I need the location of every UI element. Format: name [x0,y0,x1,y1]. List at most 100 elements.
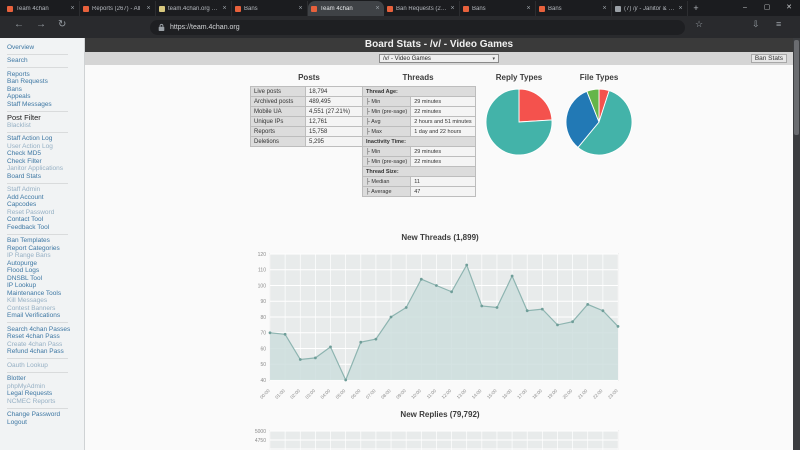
sidebar-link-staff-messages[interactable]: Staff Messages [7,101,68,109]
svg-text:12:00: 12:00 [441,388,453,400]
sidebar-link-phpmyadmin[interactable]: phpMyAdmin [7,383,68,391]
svg-text:02:00: 02:00 [289,388,301,400]
sidebar-link-logout[interactable]: Logout [7,419,68,427]
browser-tab[interactable]: Reports (267) - All× [80,1,156,16]
bookmark-star-icon[interactable]: ☆ [695,19,703,30]
stats-content: Posts Live posts18,794Archived posts489,… [85,65,793,450]
browser-tab[interactable]: (7) /j/ - Janitor & Moderator× [612,1,688,16]
sidebar-link-kill-messages[interactable]: Kill Messages [7,297,68,305]
svg-text:09:00: 09:00 [395,388,407,400]
forward-icon[interactable]: → [36,19,46,30]
sidebar-link-oauth-lookup[interactable]: Oauth Lookup [7,362,68,370]
sidebar-link-reset-4chan-pass[interactable]: Reset 4chan Pass [7,333,68,341]
back-icon[interactable]: ← [14,19,24,30]
sidebar-link-appeals[interactable]: Appeals [7,93,68,101]
reload-icon[interactable]: ↻ [58,19,66,30]
browser-tab[interactable]: Ban Requests (26) - All× [384,1,460,16]
browser-tab[interactable]: Bans× [232,1,308,16]
sidebar-link-legal-requests[interactable]: Legal Requests [7,390,68,398]
row-value: 22 minutes [411,107,475,117]
sidebar-link-reports[interactable]: Reports [7,71,68,79]
scrollbar-thumb[interactable] [794,40,799,135]
sidebar-link-add-account[interactable]: Add Account [7,194,68,202]
tab-close-icon[interactable]: × [297,5,304,12]
tab-close-icon[interactable]: × [601,5,608,12]
minimize-button[interactable]: – [734,0,756,16]
svg-text:120: 120 [258,252,267,258]
sidebar-link-search[interactable]: Search [7,57,68,65]
tab-close-icon[interactable]: × [145,5,152,12]
sidebar-link-create-4chan-pass[interactable]: Create 4chan Pass [7,341,68,349]
sidebar-link-staff-action-log[interactable]: Staff Action Log [7,135,68,143]
sidebar-link-ban-requests[interactable]: Ban Requests [7,78,68,86]
sidebar-link-change-password[interactable]: Change Password [7,411,68,419]
menu-icon[interactable]: ≡ [776,19,781,29]
window-controls: – ▢ ✕ [734,0,800,16]
sidebar-link-search-4chan-passes[interactable]: Search 4chan Passes [7,326,68,334]
sidebar-link-ncmec-reports[interactable]: NCMEC Reports [7,398,68,406]
row-value: 1 day and 22 hours [411,127,475,137]
maximize-button[interactable]: ▢ [756,0,778,16]
reply-types-title: Reply Types [483,73,555,82]
browser-tab[interactable]: team.4chan.org / admin× [156,1,232,16]
sidebar-link-flood-logs[interactable]: Flood Logs [7,267,68,275]
row-value: 12,761 [306,117,368,127]
tab-close-icon[interactable]: × [449,5,456,12]
sidebar-link-capcodes[interactable]: Capcodes [7,201,68,209]
new-tab-button[interactable]: + [688,1,704,16]
browser-tab[interactable]: Bans× [536,1,612,16]
svg-text:22:00: 22:00 [592,388,604,400]
sidebar-link-user-action-log[interactable]: User Action Log [7,143,68,151]
sidebar-link-contact-tool[interactable]: Contact Tool [7,216,68,224]
sidebar-link-blotter[interactable]: Blotter [7,375,68,383]
row-value: 5,295 [306,137,368,147]
sidebar-link-autopurge[interactable]: Autopurge [7,260,68,268]
sidebar-link-feedback-tool[interactable]: Feedback Tool [7,224,68,232]
sidebar-link-bans[interactable]: Bans [7,86,68,94]
ban-stats-button[interactable]: Ban Stats [751,54,787,63]
sidebar-link-overview[interactable]: Overview [7,44,68,52]
sidebar-link-dnsbl-tool[interactable]: DNSBL Tool [7,275,68,283]
tab-close-icon[interactable]: × [525,5,532,12]
row-label: Archived posts [251,97,306,107]
svg-text:60: 60 [260,346,266,352]
sidebar-link-ip-lookup[interactable]: IP Lookup [7,282,68,290]
sidebar-link-refund-4chan-pass[interactable]: Refund 4chan Pass [7,348,68,356]
row-label: Deletions [251,137,306,147]
sidebar-link-maintenance-tools[interactable]: Maintenance Tools [7,290,68,298]
row-label: ├ Median [363,177,411,187]
row-value: 15,758 [306,127,368,137]
sidebar-link-contest-banners[interactable]: Contest Banners [7,305,68,313]
download-icon[interactable]: ⇩ [752,19,760,30]
page-scrollbar[interactable] [793,38,800,450]
sidebar-link-reset-password[interactable]: Reset Password [7,209,68,217]
sidebar-link-report-categories[interactable]: Report Categories [7,245,68,253]
tab-close-icon[interactable]: × [69,5,76,12]
tab-title: Reports (267) - All [92,6,143,12]
browser-tab[interactable]: Team 4chan× [4,1,80,16]
sidebar-group: Search 4chan PassesReset 4chan PassCreat… [7,323,68,359]
close-button[interactable]: ✕ [778,0,800,16]
sidebar-link-board-stats[interactable]: Board Stats [7,173,68,181]
browser-tab[interactable]: Team 4chan× [308,1,384,16]
tab-close-icon[interactable]: × [374,5,381,12]
table-row: Archived posts489,495 [251,97,368,107]
row-label: ├ Min (pre-sage) [363,157,411,167]
sidebar-link-check-filter[interactable]: Check Filter [7,158,68,166]
sidebar-link-check-md5[interactable]: Check MD5 [7,150,68,158]
tab-close-icon[interactable]: × [221,5,228,12]
board-select[interactable]: /v/ - Video Games ▾ [379,54,499,63]
tab-close-icon[interactable]: × [677,5,684,12]
url-field[interactable]: https://team.4chan.org [150,20,685,35]
row-label: ├ Avg [363,117,411,127]
sidebar-link-blacklist[interactable]: Blacklist [7,122,68,130]
sidebar-link-ip-range-bans[interactable]: IP Range Bans [7,252,68,260]
sidebar-link-ban-templates[interactable]: Ban Templates [7,237,68,245]
browser-tab[interactable]: Bans× [460,1,536,16]
tab-title: Bans [548,6,599,12]
sidebar-link-email-verifications[interactable]: Email Verifications [7,312,68,320]
sidebar-link-janitor-applications[interactable]: Janitor Applications [7,165,68,173]
sidebar-link-post-filter[interactable]: Post Filter [7,114,68,122]
tab-title: Team 4chan [320,6,372,12]
sidebar-link-staff-admin[interactable]: Staff Admin [7,186,68,194]
